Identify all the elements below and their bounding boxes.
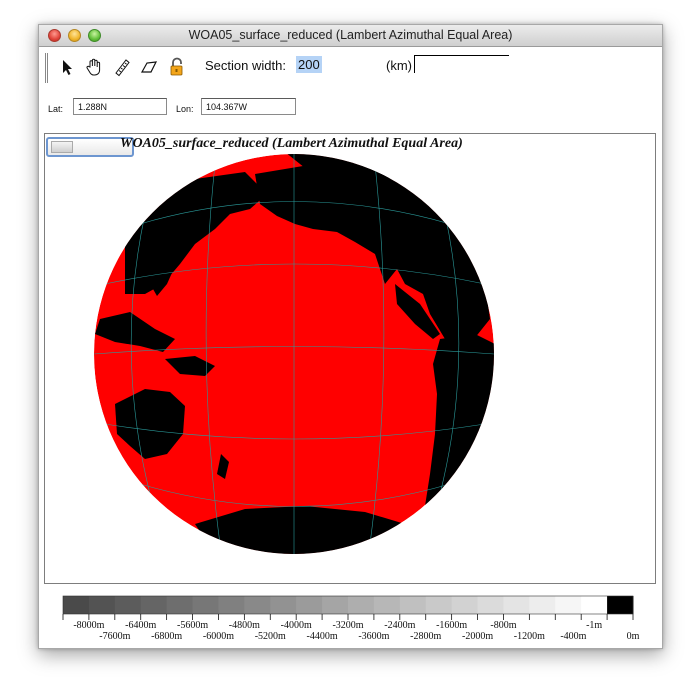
colorbar-top-label: -1600m xyxy=(436,620,467,631)
colorbar-top-label: -1m xyxy=(586,620,602,631)
colorbar-swatch xyxy=(166,596,194,614)
colorbar-swatch xyxy=(503,596,530,614)
colorbar-top-label: -2400m xyxy=(384,620,415,631)
colorbar-top-label: -5600m xyxy=(177,620,208,631)
colorbar-swatch xyxy=(88,596,116,614)
colorbar-bottom-label: -6800m xyxy=(151,631,182,642)
colorbar-top-label: -8000m xyxy=(73,620,104,631)
colorbar-swatch xyxy=(244,596,271,614)
colorbar-swatch xyxy=(477,596,504,614)
colorbar-swatch xyxy=(451,596,479,614)
colorbar-bottom-label: -3600m xyxy=(358,631,389,642)
colorbar-bottom-label: -1200m xyxy=(514,631,545,642)
colorbar-swatch xyxy=(140,596,168,614)
colorbar-swatch xyxy=(555,596,582,614)
colorbar-bottom-label: -6000m xyxy=(203,631,234,642)
colorbar-top-label: -4800m xyxy=(229,620,260,631)
colorbar-swatch xyxy=(529,596,556,614)
colorbar-swatch xyxy=(114,596,142,614)
colorbar-top-label: -6400m xyxy=(125,620,156,631)
colorbar-bottom-label: 0m xyxy=(627,631,640,642)
colorbar-swatch xyxy=(399,596,427,614)
colorbar-swatch xyxy=(63,596,90,614)
colorbar-bottom-label: -4400m xyxy=(307,631,338,642)
colorbar-swatch xyxy=(425,596,453,614)
colorbar-swatch xyxy=(581,596,608,614)
colorbar-swatch xyxy=(348,596,375,614)
colorbar-swatch xyxy=(322,596,349,614)
colorbar-bottom-label: -2800m xyxy=(410,631,441,642)
colorbar-bottom-label: -2000m xyxy=(462,631,493,642)
colorbar-top-label: -800m xyxy=(490,620,516,631)
colorbar-bottom-label: -5200m xyxy=(255,631,286,642)
colorbar-swatch xyxy=(607,596,634,614)
colorbar-swatch xyxy=(192,596,219,614)
colorbar-swatch xyxy=(373,596,401,614)
depth-colorbar: -8000m -6400m -5600m -4800m -4000m -3200m -240… xyxy=(62,595,640,642)
colorbar-top-label: -4000m xyxy=(281,620,312,631)
colorbar-bottom-label: -7600m xyxy=(99,631,130,642)
app-window: WOA05_surface_reduced (Lambert Azimuthal… xyxy=(38,24,663,649)
colorbar-top-label: -3200m xyxy=(332,620,363,631)
colorbar-swatch xyxy=(296,596,323,614)
colorbar-swatch xyxy=(218,596,245,614)
colorbar-swatch xyxy=(270,596,297,614)
colorbar-bottom-label: -400m xyxy=(560,631,586,642)
